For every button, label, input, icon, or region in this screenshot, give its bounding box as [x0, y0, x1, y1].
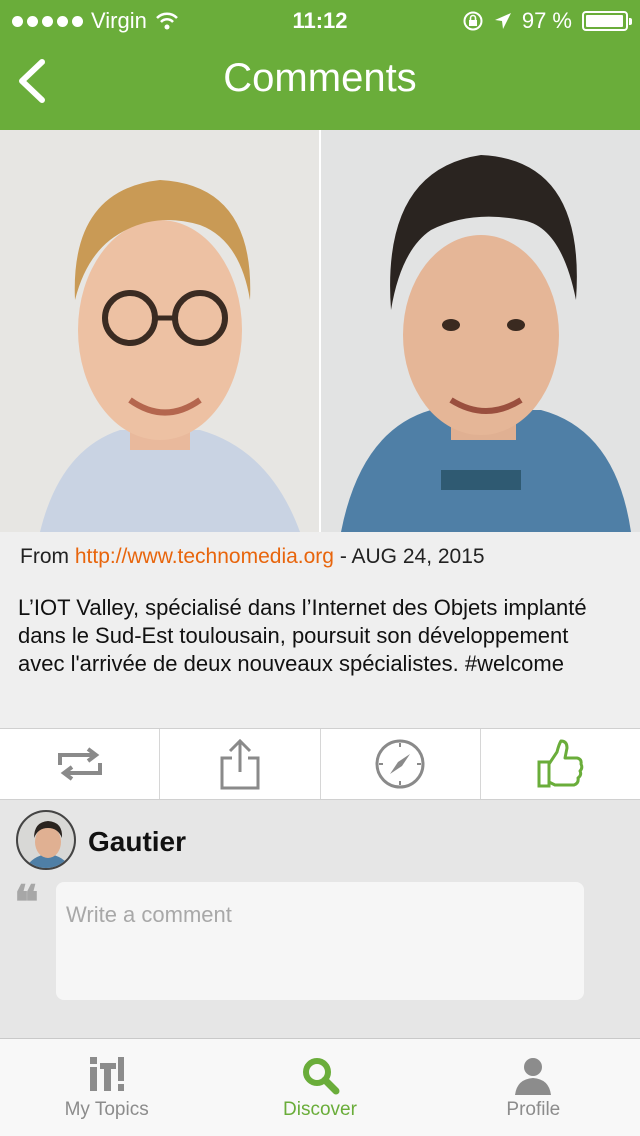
- like-button[interactable]: [481, 729, 640, 799]
- open-in-browser-button[interactable]: [321, 729, 481, 799]
- status-bar: Virgin 11:12 97 %: [0, 0, 640, 40]
- share-icon: [220, 738, 260, 790]
- location-arrow-icon: [494, 13, 511, 29]
- search-icon: [302, 1058, 340, 1095]
- photo-person-right: [319, 130, 640, 532]
- tab-bar: My Topics Discover Profile: [0, 1038, 640, 1136]
- thumbs-up-icon: [537, 739, 584, 788]
- rotation-lock-icon: [463, 11, 483, 31]
- comment-input[interactable]: [56, 882, 584, 1000]
- post-source: From http://www.technomedia.org - AUG 24…: [20, 545, 485, 569]
- tab-label: Discover: [283, 1099, 357, 1120]
- battery-percent: 97 %: [521, 8, 572, 33]
- person-icon: [515, 1058, 552, 1095]
- avatar[interactable]: [16, 810, 76, 870]
- tab-label: My Topics: [64, 1099, 149, 1120]
- tab-my-topics[interactable]: My Topics: [0, 1039, 213, 1136]
- source-link[interactable]: http://www.technomedia.org: [75, 545, 334, 568]
- photo-person-left: [0, 130, 319, 532]
- from-label: From: [20, 545, 69, 568]
- compass-icon: [375, 739, 425, 789]
- repost-icon: [57, 747, 102, 781]
- tab-label: Profile: [506, 1099, 561, 1120]
- share-button[interactable]: [160, 729, 321, 799]
- tab-discover[interactable]: Discover: [213, 1039, 426, 1136]
- portrait-left-image: [0, 130, 319, 532]
- post-image[interactable]: [0, 130, 640, 532]
- it-logo-icon: [89, 1057, 124, 1091]
- top-bar: Virgin 11:12 97 % Comments: [0, 0, 640, 130]
- action-bar: [0, 728, 640, 800]
- tab-profile[interactable]: Profile: [427, 1039, 640, 1136]
- comment-username: Gautier: [88, 826, 187, 857]
- post-date: - AUG 24, 2015: [339, 545, 485, 568]
- page-title: Comments: [223, 56, 417, 100]
- portrait-right-image: [321, 130, 640, 532]
- repost-button[interactable]: [0, 729, 161, 799]
- battery-icon: [582, 11, 632, 31]
- post-text: L’IOT Valley, spécialisé dans l’Internet…: [18, 595, 587, 676]
- quote-icon: ❝: [14, 875, 39, 929]
